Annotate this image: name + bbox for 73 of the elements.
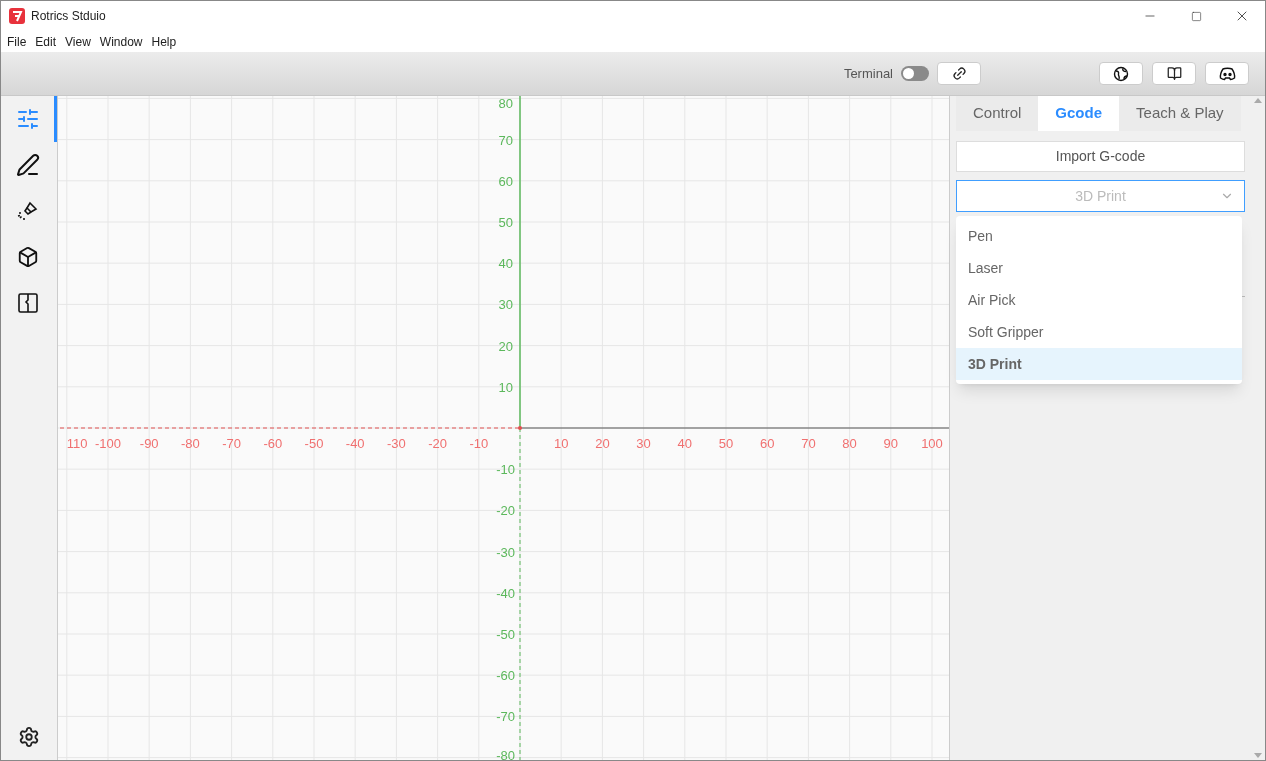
cube-icon: [16, 246, 39, 268]
book-button[interactable]: [1152, 62, 1196, 85]
x-axis-label: 90: [883, 436, 899, 451]
x-axis-label: -10: [469, 436, 489, 451]
game-controller-icon: [1218, 66, 1236, 81]
x-axis-label: -80: [181, 436, 200, 451]
sliders-icon: [15, 107, 40, 131]
x-axis-label: -40: [345, 436, 365, 451]
y-axis-label: 10: [498, 379, 513, 395]
pen-icon: [15, 153, 40, 177]
y-axis-label: -50: [496, 627, 515, 642]
x-axis-label: -50: [304, 436, 324, 451]
y-axis-label: -30: [496, 544, 515, 560]
y-axis-label: 70: [498, 132, 513, 148]
dropdown-option[interactable]: Pen: [956, 220, 1242, 252]
terminal-toggle[interactable]: [901, 66, 929, 81]
y-axis-label: -80: [496, 748, 515, 760]
scrollbar[interactable]: [1251, 96, 1265, 760]
menu-item[interactable]: File: [7, 32, 27, 51]
x-axis-label: 80: [842, 436, 857, 451]
dropdown-option[interactable]: 3D Print: [956, 348, 1242, 380]
x-axis-label: -100: [95, 436, 121, 451]
x-axis-label: -90: [139, 436, 159, 451]
panel-tab[interactable]: Control: [956, 96, 1039, 131]
x-axis-label: 10: [553, 436, 569, 451]
link-button[interactable]: [937, 62, 981, 85]
maximize-icon: [1190, 10, 1202, 22]
dropdown-option[interactable]: Soft Gripper: [956, 316, 1242, 348]
y-axis-label: -60: [496, 668, 515, 684]
x-axis-label: -60: [263, 436, 283, 451]
globe-button[interactable]: [1099, 62, 1143, 85]
y-axis-label: 40: [498, 256, 513, 272]
y-axis-label: 60: [498, 173, 513, 189]
y-axis-label: 20: [498, 338, 513, 354]
y-axis-label: 30: [498, 297, 513, 313]
menu-item[interactable]: View: [65, 32, 91, 51]
menu-item[interactable]: Window: [99, 32, 143, 51]
x-axis-label: 60: [759, 436, 775, 451]
terminal-label: Terminal: [843, 64, 893, 83]
x-axis-label: 100: [921, 436, 943, 451]
globe-icon: [1113, 65, 1129, 82]
menu-item[interactable]: Help: [151, 32, 177, 51]
y-axis-label: -10: [496, 462, 515, 478]
settings-icon[interactable]: [18, 726, 40, 748]
y-axis-label: 80: [498, 96, 513, 111]
y-axis-label: -70: [496, 709, 515, 725]
app-logo: [9, 8, 25, 24]
menu-item[interactable]: Edit: [35, 32, 57, 51]
dropdown-option[interactable]: Laser: [956, 252, 1242, 284]
x-axis-label: -30: [387, 436, 406, 451]
x-axis-label: -70: [222, 436, 241, 451]
panel-tab[interactable]: Teach & Play: [1119, 96, 1241, 131]
y-axis-label: 50: [498, 215, 513, 230]
x-axis-label: 20: [595, 436, 610, 451]
import-gcode-button[interactable]: Import G-code: [956, 141, 1245, 172]
laser-icon: [15, 199, 40, 223]
x-axis-label: 40: [677, 436, 693, 451]
x-axis-label: 70: [801, 436, 816, 451]
discord-button[interactable]: [1205, 62, 1249, 85]
scroll-up-icon: [1254, 98, 1262, 103]
x-axis-label: 110: [66, 436, 88, 451]
dropdown-option[interactable]: Air Pick: [956, 284, 1242, 316]
x-axis-label: 30: [636, 436, 651, 451]
y-axis-label: -40: [496, 585, 515, 601]
x-axis-label: 50: [718, 436, 734, 451]
panel-tab[interactable]: Gcode: [1038, 96, 1120, 131]
x-axis-label: -20: [428, 436, 447, 451]
book-icon: [16, 292, 39, 314]
y-axis-label: -20: [496, 503, 515, 519]
scroll-down-icon: [1254, 753, 1262, 758]
book-icon: [1166, 66, 1182, 81]
window-title: Rotrics Stduio: [31, 8, 106, 25]
origin-dot: [518, 426, 522, 430]
